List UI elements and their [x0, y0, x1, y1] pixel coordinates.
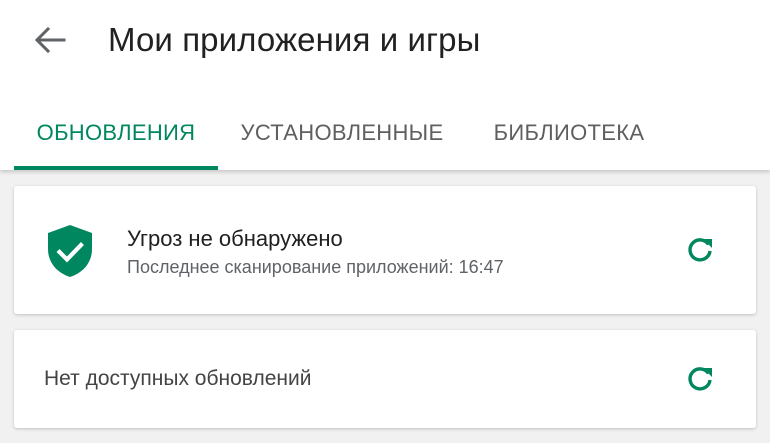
tab-updates[interactable]: ОБНОВЛЕНИЯ	[14, 96, 218, 170]
updates-card: Нет доступных обновлений	[14, 330, 756, 428]
back-button[interactable]	[26, 18, 74, 62]
tab-updates-label: ОБНОВЛЕНИЯ	[36, 120, 196, 145]
tab-bar: ОБНОВЛЕНИЯ УСТАНОВЛЕННЫЕ БИБЛИОТЕКА	[14, 96, 672, 170]
tab-library-label: БИБЛИОТЕКА	[493, 120, 645, 145]
security-status-title: Угроз не обнаружено	[127, 226, 343, 251]
tab-installed[interactable]: УСТАНОВЛЕННЫЕ	[218, 96, 466, 170]
page-title: Мои приложения и игры	[108, 21, 481, 58]
tab-library[interactable]: БИБЛИОТЕКА	[466, 96, 672, 170]
refresh-icon	[688, 238, 712, 262]
active-tab-indicator	[14, 166, 218, 170]
no-updates-text: Нет доступных обновлений	[44, 367, 312, 390]
arrow-left-icon	[34, 26, 66, 54]
shield-check-icon	[48, 225, 92, 277]
scan-refresh-button[interactable]	[680, 230, 720, 270]
tab-installed-label: УСТАНОВЛЕННЫЕ	[240, 120, 444, 145]
refresh-icon	[688, 367, 712, 391]
check-updates-refresh-button[interactable]	[680, 359, 720, 399]
app-bar: Мои приложения и игры ОБНОВЛЕНИЯ УСТАНОВ…	[0, 0, 770, 170]
play-protect-card[interactable]: Угроз не обнаружено Последнее сканирован…	[14, 186, 756, 314]
last-scan-text: Последнее сканирование приложений: 16:47	[127, 257, 504, 277]
